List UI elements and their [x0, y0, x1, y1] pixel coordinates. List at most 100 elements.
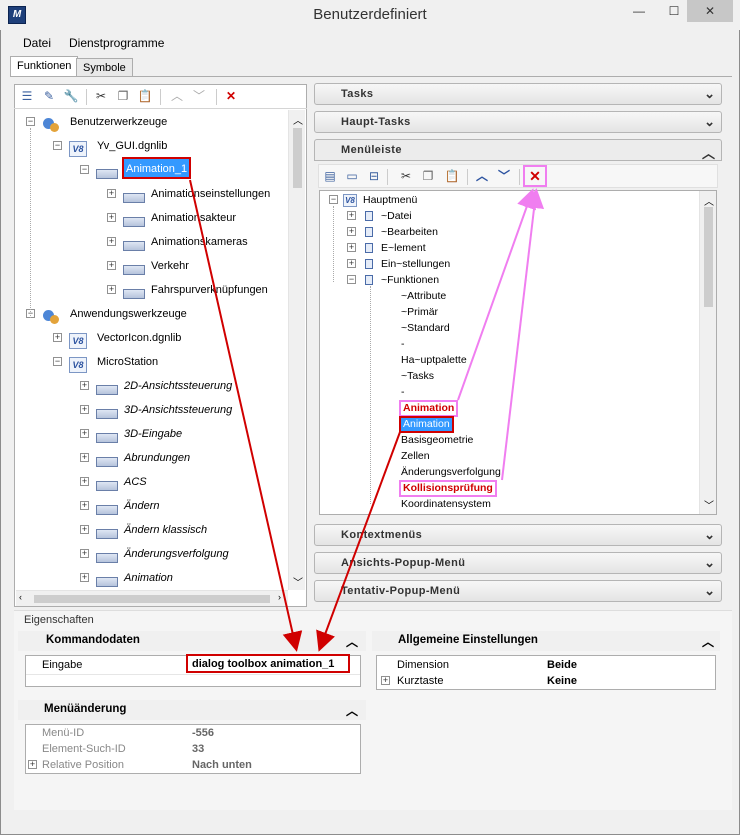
tree-item-label: ~Tasks [401, 370, 434, 382]
move-up-icon[interactable]: ︿ [473, 167, 491, 185]
scroll-up-icon[interactable]: ︿ [704, 193, 714, 208]
menu-datei[interactable]: Datei [23, 36, 51, 50]
collapse-icon[interactable]: − [329, 195, 338, 204]
tab-funktionen[interactable]: Funktionen [10, 56, 79, 77]
menu-icon [96, 474, 118, 498]
edit-icon[interactable]: ✎ [40, 87, 58, 105]
functions-toolbar: ☰ ✎ 🔧 ✂ ❐ 📋 ︿ ﹀ ✕ [18, 87, 303, 107]
rename-icon[interactable]: ▭ [343, 167, 361, 185]
tree-item-label: 2D-Ansichtssteuerung [124, 380, 233, 392]
scroll-down-icon[interactable]: ﹀ [704, 497, 714, 512]
scroll-thumb[interactable] [704, 207, 713, 307]
expand-icon[interactable]: + [107, 261, 116, 270]
menuaenderung-grid: Menü-ID -556 Element-Such-ID 33 + Relati… [25, 724, 361, 774]
menu-icon [96, 570, 118, 590]
expand-icon[interactable]: + [80, 573, 89, 582]
menue-id-value: -556 [192, 727, 215, 739]
expand-icon[interactable]: + [80, 453, 89, 462]
tree-item-label: Hauptmenü [363, 194, 418, 206]
menu-dienstprogramme[interactable]: Dienstprogramme [69, 36, 164, 50]
expand-icon[interactable]: + [28, 760, 37, 769]
accordion-tentativ-popup[interactable]: Tentativ-Popup-Menü ⌄ [314, 580, 722, 602]
copy-icon[interactable]: ❐ [114, 87, 132, 105]
tree-item-label: Animation [399, 400, 459, 417]
dimension-value[interactable]: Beide [547, 659, 577, 671]
paste-icon[interactable]: 📋 [443, 167, 461, 185]
expand-icon[interactable]: + [53, 333, 62, 342]
tree-item-label: 3D-Ansichtssteuerung [124, 404, 233, 416]
chevron-down-icon: ⌄ [704, 583, 715, 598]
tree-item-label: ~Standard [401, 322, 450, 334]
collapse-icon[interactable]: − [80, 165, 89, 174]
expand-icon[interactable]: + [80, 429, 89, 438]
expand-icon[interactable]: + [80, 405, 89, 414]
scroll-left-icon[interactable]: ‹ [19, 592, 22, 602]
expand-icon[interactable]: + [107, 237, 116, 246]
expand-icon[interactable]: + [347, 259, 356, 268]
accordion-haupt-tasks[interactable]: Haupt-Tasks ⌄ [314, 111, 722, 133]
delete-icon[interactable]: ✕ [222, 87, 240, 105]
scroll-up-icon[interactable]: ︿ [293, 112, 303, 127]
hscroll-thumb[interactable] [34, 595, 270, 603]
maximize-icon[interactable]: ☐ [659, 0, 689, 22]
minimize-icon[interactable]: — [624, 0, 654, 22]
expand-icon[interactable]: + [347, 227, 356, 236]
accordion-kontextmenues[interactable]: Kontextmenüs ⌄ [314, 524, 722, 546]
accordion-tasks[interactable]: Tasks ⌄ [314, 83, 722, 105]
new-menu-icon[interactable]: ▤ [321, 167, 339, 185]
tree-item-label: Ändern klassisch [124, 524, 208, 536]
expand-icon[interactable]: + [107, 189, 116, 198]
kurztaste-value[interactable]: Keine [547, 675, 577, 687]
expand-icon[interactable]: + [80, 501, 89, 510]
expand-icon[interactable]: + [381, 676, 390, 685]
scroll-thumb[interactable] [293, 128, 302, 188]
collapse-icon[interactable]: − [347, 275, 356, 284]
menu-tree-vscroll[interactable]: ︿ ﹀ [699, 191, 716, 514]
allgemein-header[interactable]: Allgemeine Einstellungen ︿ [372, 631, 720, 651]
accordion-ansichts-popup[interactable]: Ansichts-Popup-Menü ⌄ [314, 552, 722, 574]
eingabe-value-field[interactable]: dialog toolbox animation_1 [186, 654, 350, 673]
chevron-up-icon: ︿ [346, 635, 359, 649]
collapse-icon[interactable]: − [26, 117, 35, 126]
kommandodaten-header[interactable]: Kommandodaten ︿ [18, 631, 366, 651]
toolbar-divider [467, 169, 468, 185]
expand-icon[interactable]: + [80, 525, 89, 534]
tree-item-label: - [401, 338, 405, 350]
new-tool-icon[interactable]: ☰ [18, 87, 36, 105]
cut-icon[interactable]: ✂ [397, 167, 415, 185]
tree-item-label: Fahrspurverknüpfungen [151, 284, 268, 296]
close-icon[interactable]: ✕ [687, 0, 733, 22]
paste-icon[interactable]: 📋 [136, 87, 154, 105]
tree-item-label: - [401, 386, 405, 398]
tree-item-label: E~lement [381, 242, 426, 254]
delete-icon[interactable]: ✕ [526, 167, 544, 185]
expand-icon[interactable]: + [80, 477, 89, 486]
expand-icon[interactable]: + [347, 211, 356, 220]
expand-icon[interactable]: + [347, 243, 356, 252]
v8-library-icon: V8 [69, 137, 87, 161]
wrench-icon[interactable]: 🔧 [62, 87, 80, 105]
toolbar-divider [86, 89, 87, 105]
expand-icon[interactable]: + [107, 213, 116, 222]
expand-icon[interactable]: + [107, 285, 116, 294]
tab-symbole[interactable]: Symbole [76, 58, 133, 76]
expand-icon[interactable]: + [80, 381, 89, 390]
functions-tree-vscroll[interactable]: ︿ ﹀ [288, 110, 305, 590]
separator-icon[interactable]: ⊟ [365, 167, 383, 185]
accordion-menueleiste[interactable]: Menüleiste ︿ [314, 139, 722, 161]
collapse-icon[interactable]: − [53, 357, 62, 366]
chevron-down-icon: ⌄ [704, 555, 715, 570]
expand-icon[interactable]: + [80, 549, 89, 558]
scroll-right-icon[interactable]: › [278, 592, 281, 602]
menu-toolbar: ▤ ▭ ⊟ ✂ ❐ 📋 ︿ ﹀ ✕ [318, 164, 718, 188]
collapse-icon[interactable]: − [53, 141, 62, 150]
functions-tree-hscroll[interactable]: ‹ › [16, 590, 288, 606]
scroll-down-icon[interactable]: ﹀ [293, 574, 303, 589]
move-up-icon[interactable]: ︿ [168, 87, 186, 105]
move-down-icon[interactable]: ﹀ [495, 167, 513, 185]
move-down-icon[interactable]: ﹀ [190, 87, 208, 105]
tree-item-label: ~Primär [401, 306, 439, 318]
copy-icon[interactable]: ❐ [419, 167, 437, 185]
cut-icon[interactable]: ✂ [92, 87, 110, 105]
menuaenderung-header[interactable]: Menüänderung ︿ [18, 700, 366, 720]
